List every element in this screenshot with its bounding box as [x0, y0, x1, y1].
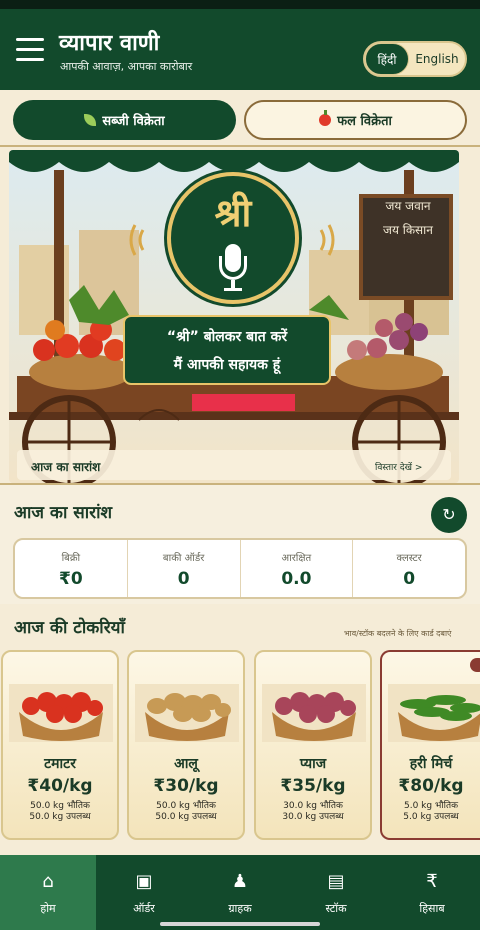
mic-icon	[217, 244, 249, 292]
app-title: व्यापार वाणी	[59, 31, 160, 56]
rupee-icon: ₹	[426, 871, 438, 892]
chalkboard-sign: जय जवान जय किसान	[364, 194, 452, 242]
basket-card-tomato[interactable]: टमाटर ₹40/kg 50.0 kg भौतिक 50.0 kg उपलब्…	[1, 650, 119, 840]
hero-caption-title: आज का सारांश	[31, 460, 101, 474]
app-header: व्यापार वाणी आपकी आवाज़, आपका कारोबार हि…	[0, 9, 480, 90]
basket-price: ₹40/kg	[27, 776, 93, 796]
basket-name: आलू	[174, 756, 198, 772]
voice-prompt-box: “श्री” बोलकर बात करें मैं आपकी सहायक हूं	[123, 315, 331, 385]
fruit-vendor-button[interactable]: फल विक्रेता	[244, 100, 467, 140]
status-bar	[0, 0, 480, 9]
customer-icon: ♟	[231, 871, 249, 892]
stat-value: ₹0	[59, 569, 83, 589]
basket-card-potato[interactable]: आलू ₹30/kg 50.0 kg भौतिक 50.0 kg उपलब्ध	[127, 650, 245, 840]
nav-orders[interactable]: ▣ ऑर्डर	[96, 855, 192, 930]
basket-available-stock: 50.0 kg उपलब्ध	[155, 812, 217, 822]
summary-stats: बिक्री ₹0 बाकी ऑर्डर 0 आरक्षित 0.0 क्लस्…	[13, 538, 467, 599]
hero-caption[interactable]: आज का सारांश विस्तार देखें >	[17, 450, 451, 480]
nav-label: ग्राहक	[228, 902, 252, 915]
veg-vendor-button[interactable]: सब्जी विक्रेता	[13, 100, 236, 140]
orders-icon: ▣	[135, 871, 153, 892]
stat-value: 0.0	[281, 569, 312, 589]
stat-label: बिक्री	[61, 553, 81, 564]
summary-title: आज का सारांश	[14, 503, 113, 523]
language-toggle[interactable]: हिंदी English	[363, 41, 467, 77]
nav-label: ऑर्डर	[133, 902, 155, 915]
basket-name: टमाटर	[44, 756, 76, 772]
basket-price: ₹80/kg	[398, 776, 464, 796]
hero-banner[interactable]: श्री जय जवान जय किसान “श्री” बोलकर बात क…	[9, 150, 459, 483]
refresh-button[interactable]: ↻	[431, 497, 467, 533]
basket-card-onion[interactable]: प्याज ₹35/kg 30.0 kg भौतिक 30.0 kg उपलब्…	[254, 650, 372, 840]
hero-details-link[interactable]: विस्तार देखें >	[375, 460, 422, 473]
home-icon: ⌂	[42, 871, 54, 892]
nav-customers[interactable]: ♟ ग्राहक	[192, 855, 288, 930]
basket-card-green-chilli[interactable]: हरी मिर्च ₹80/kg 5.0 kg भौतिक 5.0 kg उपल…	[380, 650, 480, 840]
stat-reserved: आरक्षित 0.0	[241, 540, 354, 597]
lang-english-button[interactable]: English	[409, 43, 465, 75]
chalkboard-line-2: जय किसान	[383, 223, 433, 237]
baskets-hint: भाव/स्टॉक बदलने के लिए कार्ड दबाएं	[344, 629, 452, 638]
stat-label: आरक्षित	[281, 553, 312, 564]
basket-name: प्याज	[299, 756, 327, 772]
stat-label: बाकी ऑर्डर	[162, 553, 205, 564]
nav-label: हिसाब	[419, 902, 445, 915]
chalkboard-line-1: जय जवान	[385, 199, 431, 213]
apple-icon	[319, 110, 332, 126]
basket-available-stock: 5.0 kg उपलब्ध	[403, 812, 459, 822]
nav-label: स्टॉक	[325, 902, 347, 915]
stock-icon: ▤	[327, 871, 345, 892]
chilli-basket-image	[388, 684, 480, 742]
nav-stock[interactable]: ▤ स्टॉक	[288, 855, 384, 930]
redacted-bar	[192, 394, 295, 411]
veg-vendor-label: सब्जी विक्रेता	[102, 114, 165, 129]
vendor-type-selector: सब्जी विक्रेता फल विक्रेता	[0, 90, 480, 147]
voice-prompt-line-2: मैं आपकी सहायक हूं	[173, 357, 281, 373]
basket-name: हरी मिर्च	[409, 756, 453, 772]
stat-value: 0	[403, 569, 416, 589]
voice-prompt-line-1: “श्री” बोलकर बात करें	[166, 329, 288, 345]
bottom-navigation: ⌂ होम ▣ ऑर्डर ♟ ग्राहक ▤ स्टॉक ₹ हिसाब	[0, 855, 480, 930]
basket-available-stock: 30.0 kg उपलब्ध	[282, 812, 344, 822]
baskets-title: आज की टोकरियाँ	[14, 618, 125, 638]
stat-pending-orders: बाकी ऑर्डर 0	[128, 540, 241, 597]
leaf-icon	[84, 114, 97, 126]
voice-symbol: श्री	[214, 190, 252, 235]
menu-icon[interactable]	[16, 38, 44, 61]
onion-basket-image	[262, 684, 366, 742]
fruit-vendor-label: फल विक्रेता	[337, 114, 392, 129]
stat-value: 0	[177, 569, 190, 589]
app-subtitle: आपकी आवाज़, आपका कारोबार	[60, 60, 193, 73]
voice-assistant-button[interactable]: श्री	[167, 172, 299, 304]
potato-basket-image	[135, 684, 239, 742]
stat-cluster: क्लस्टर 0	[353, 540, 465, 597]
alert-badge	[470, 658, 480, 672]
basket-price: ₹30/kg	[153, 776, 219, 796]
lang-hindi-button[interactable]: हिंदी	[365, 43, 409, 75]
home-indicator	[160, 922, 320, 926]
stat-label: क्लस्टर	[396, 553, 422, 564]
stat-sales: बिक्री ₹0	[15, 540, 128, 597]
nav-accounts[interactable]: ₹ हिसाब	[384, 855, 480, 930]
nav-home[interactable]: ⌂ होम	[0, 855, 96, 930]
tomato-basket-image	[9, 684, 113, 742]
basket-price: ₹35/kg	[280, 776, 346, 796]
basket-available-stock: 50.0 kg उपलब्ध	[29, 812, 91, 822]
nav-label: होम	[40, 902, 56, 915]
